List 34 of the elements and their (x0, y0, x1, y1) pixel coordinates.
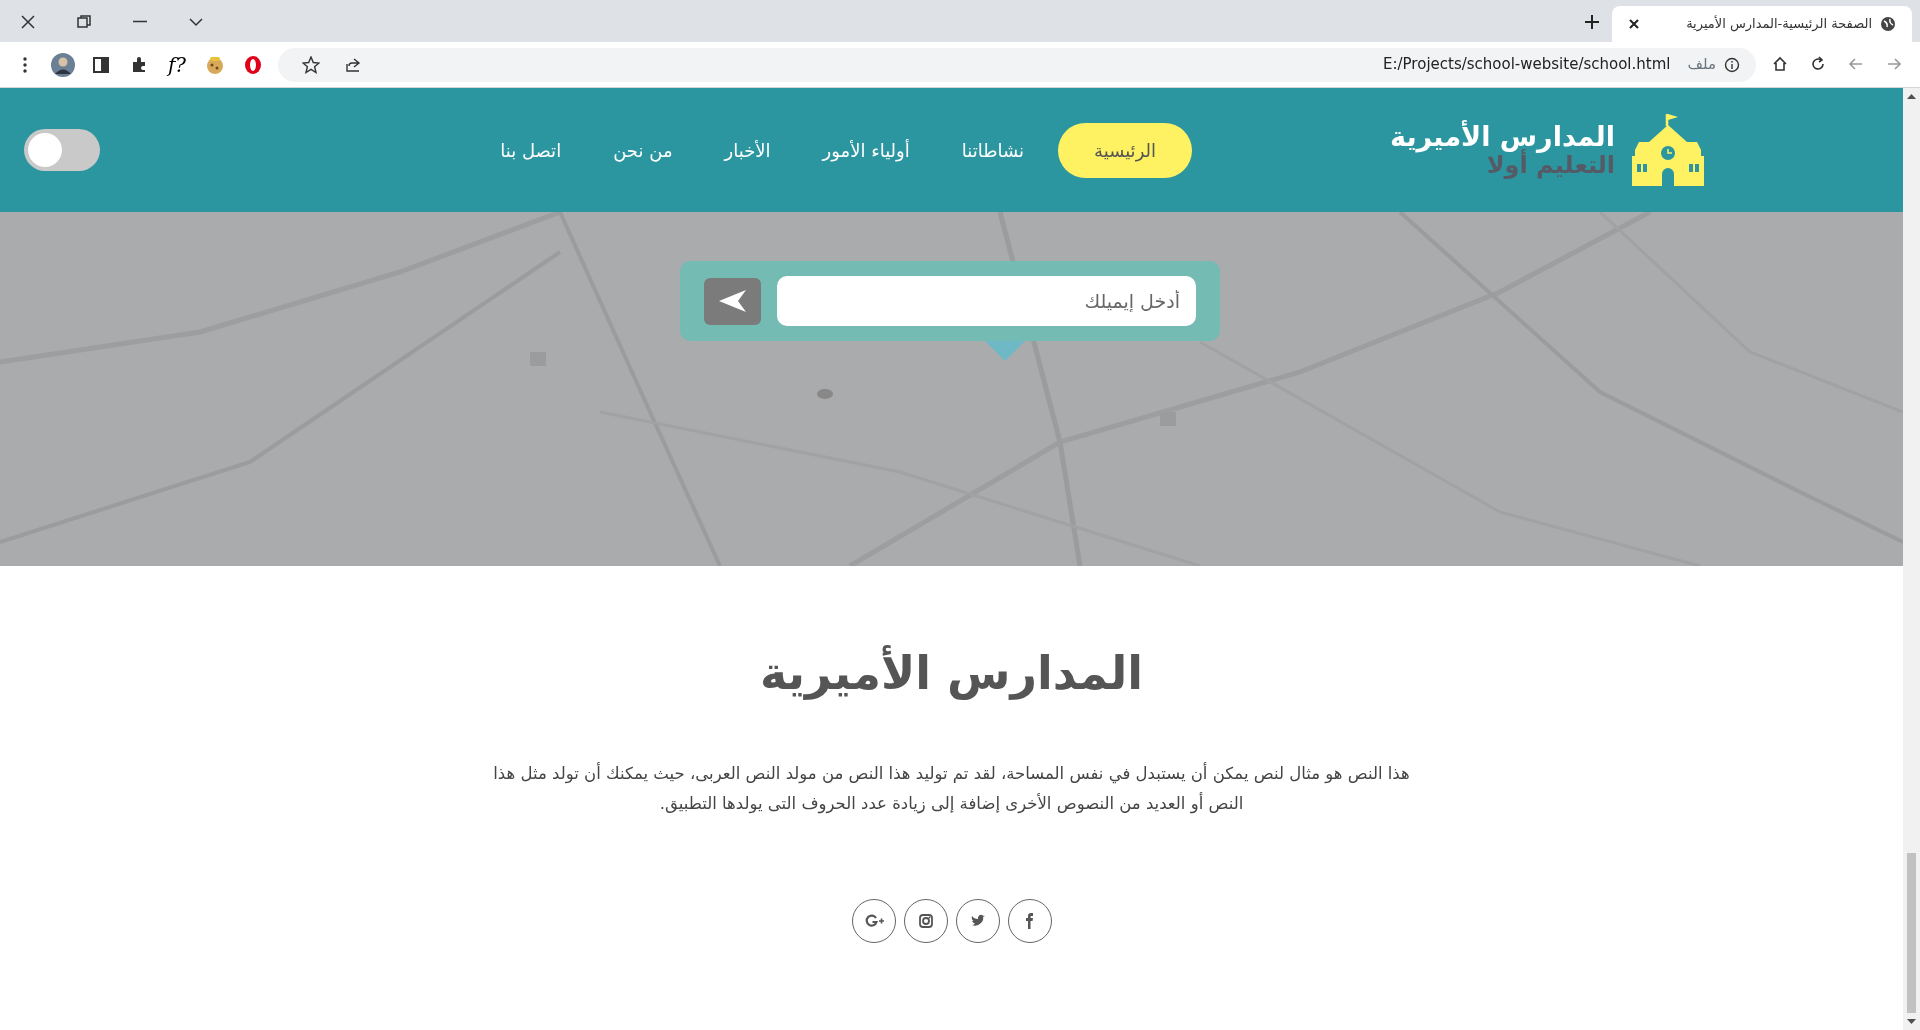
pointer-arrow (985, 341, 1025, 361)
restore-icon (76, 13, 92, 30)
scheme-label: ملف (1687, 54, 1716, 76)
puzzle-icon (130, 56, 148, 74)
info-icon[interactable] (1724, 56, 1740, 73)
nav-link[interactable]: اتصل بنا (482, 122, 580, 178)
toggle-switch[interactable] (24, 129, 100, 171)
scroll-thumb[interactable] (1907, 853, 1916, 1013)
section-heading: المدارس الأميرية (759, 646, 1144, 702)
extension-button[interactable]: f? (160, 47, 194, 82)
opera-icon (243, 55, 263, 75)
tab-title: الصفحة الرئيسية-المدارس الأميرية (1685, 14, 1872, 34)
side-panel-icon (92, 56, 110, 74)
close-icon (20, 13, 36, 30)
address-url[interactable]: E:/Projects/school-website/school.html (1383, 53, 1671, 76)
school-building-icon (1631, 112, 1705, 188)
plus-icon (1584, 13, 1600, 30)
minimize-icon (133, 20, 147, 23)
browser-tab[interactable]: الصفحة الرئيسية-المدارس الأميرية (1612, 6, 1912, 42)
facebook-icon (1026, 913, 1033, 930)
close-icon[interactable] (1628, 18, 1640, 30)
cookie-icon (205, 55, 225, 75)
globe-icon (1880, 16, 1896, 32)
avatar-icon (50, 51, 76, 78)
send-button[interactable] (704, 277, 761, 325)
nav-link[interactable]: نشاطاتنا (943, 122, 1043, 178)
menu-icon (22, 56, 28, 74)
star-icon (302, 55, 320, 74)
body-paragraph: هذا النص هو مثال لنص يمكن أن يستبدل في نفس المساحة، لقد تم توليد هذا النص من مولد النص العربى، حيث يمكنك أن تولد مثل هذا النص أو العديد من النصوص الأخرى إضافة إلى زيادة عدد الحروف التى يولدها التطبيق. (492, 761, 1411, 816)
nav-link[interactable]: أولياء الأمور (804, 122, 928, 178)
nav-link[interactable]: الرئيسية (1058, 122, 1193, 178)
nav-link[interactable]: من نحن (595, 122, 691, 178)
nav-link[interactable]: الأخبار (706, 122, 789, 178)
paper-plane-icon (717, 289, 748, 313)
